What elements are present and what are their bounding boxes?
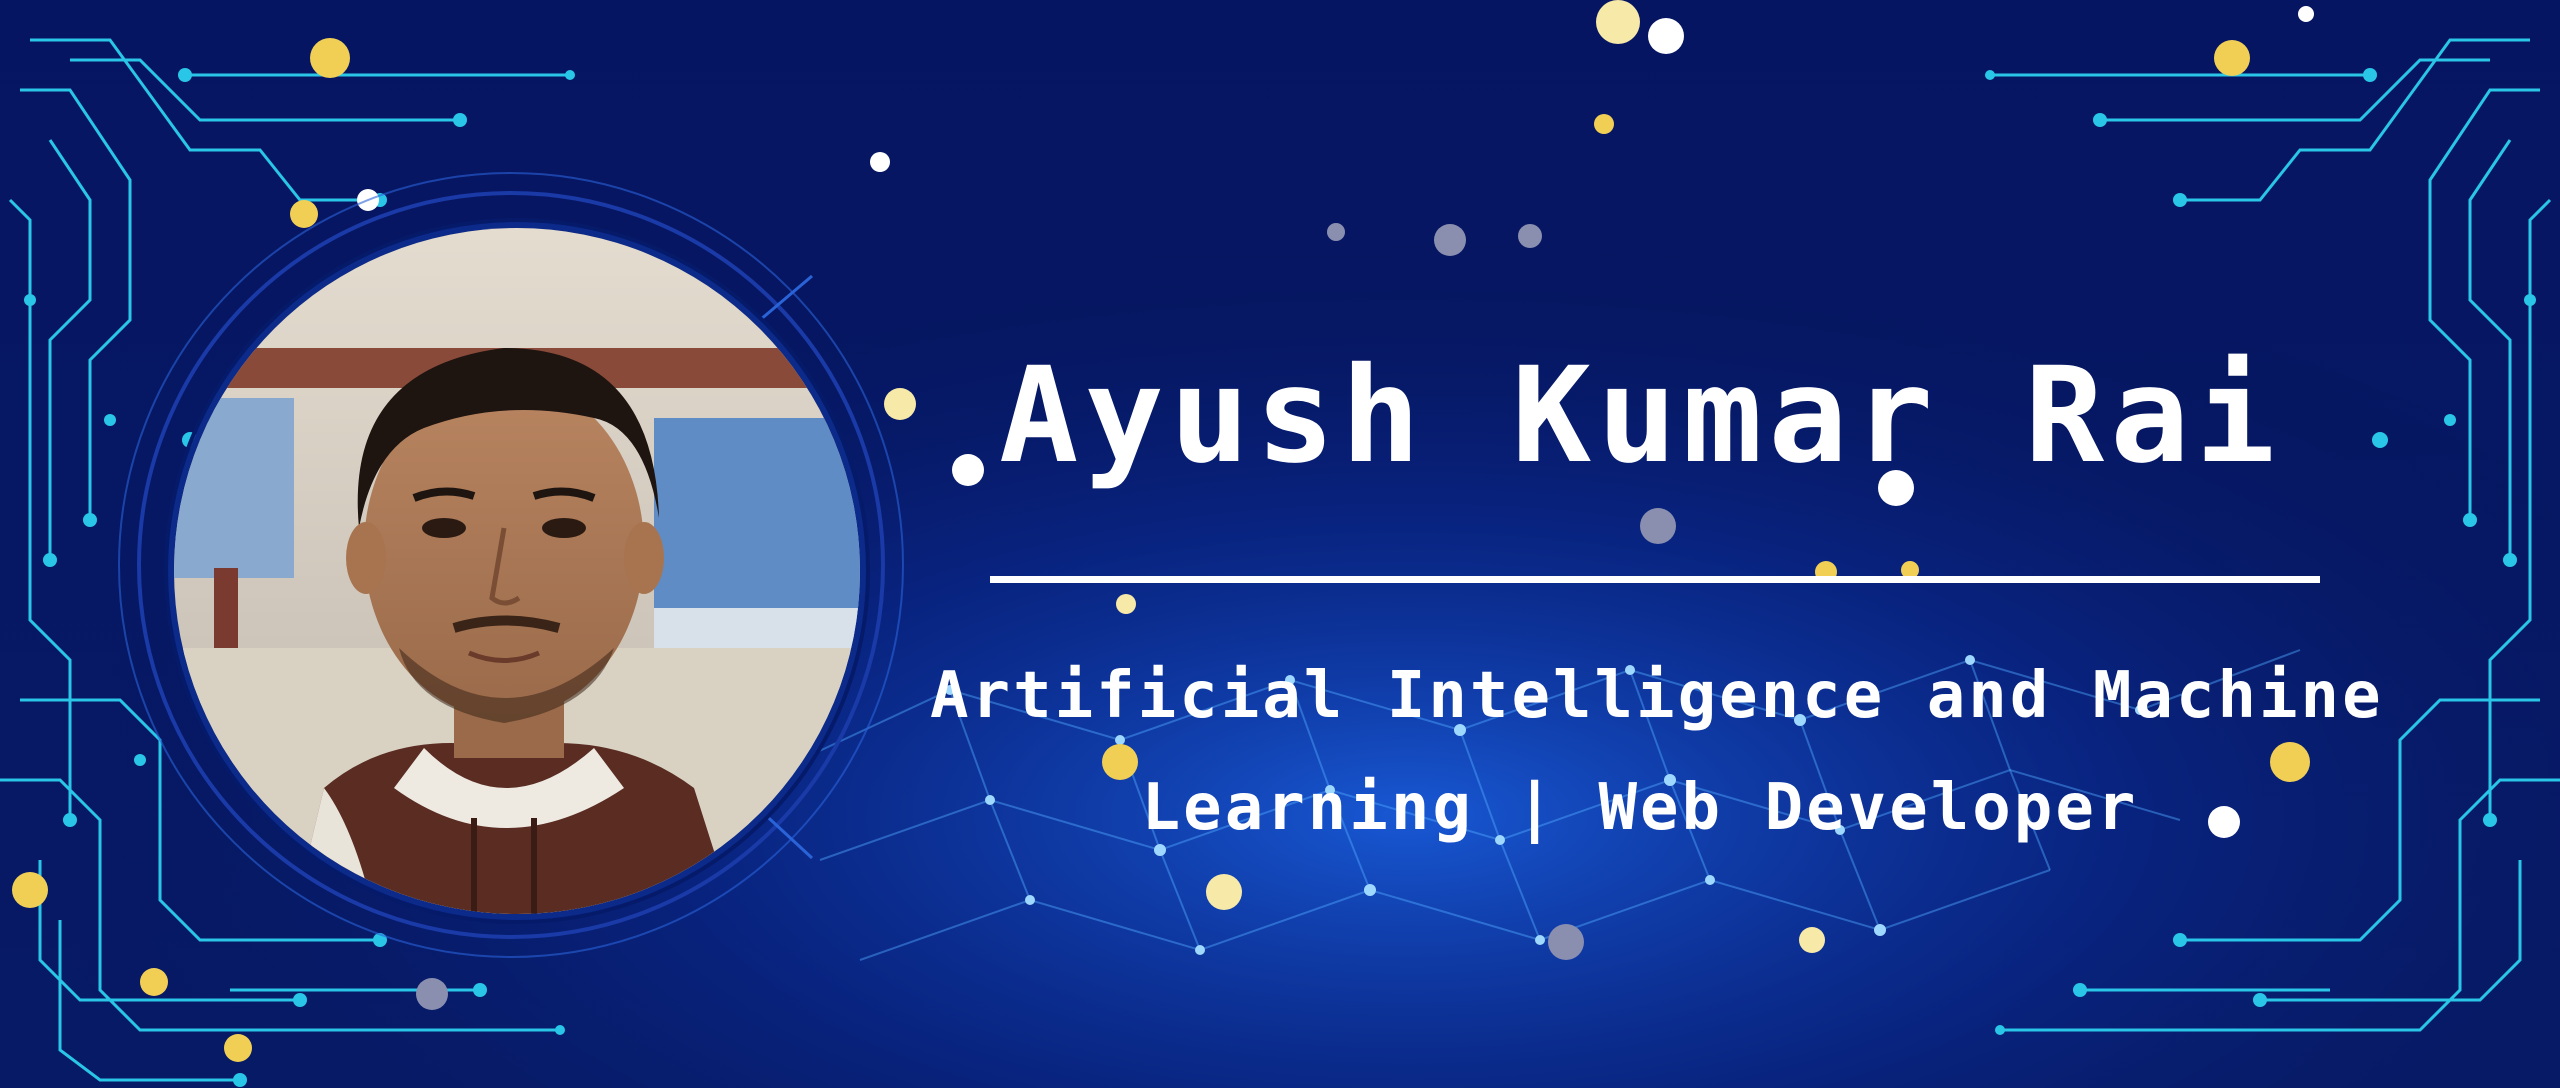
tagline-line-1: Artificial Intelligence and Machine: [930, 659, 2384, 733]
profile-banner: Ayush Kumar Rai Artificial Intelligence …: [0, 0, 2560, 1088]
tagline-line-2: Learning | Web Developer: [1141, 771, 2139, 845]
profile-tagline: Artificial Intelligence and Machine Lear…: [930, 640, 2384, 864]
profile-name: Ayush Kumar Rai: [998, 339, 2282, 493]
title-divider: [990, 576, 2320, 583]
portrait-image: [174, 228, 860, 914]
profile-photo: [168, 222, 866, 920]
